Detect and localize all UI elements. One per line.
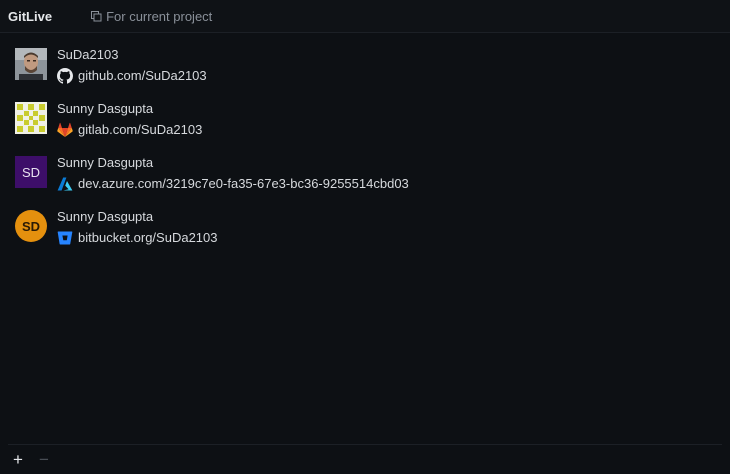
account-host: github.com/SuDa2103 <box>78 68 207 83</box>
account-name: SuDa2103 <box>57 47 119 62</box>
copy-icon <box>91 10 102 21</box>
avatar: SD <box>15 156 47 188</box>
azure-icon <box>57 177 73 191</box>
account-row-bitbucket[interactable]: SD Sunny Dasgupta bitbucket.org/SuDa2103 <box>0 206 730 260</box>
gitlab-icon <box>57 122 73 137</box>
scope-toggle[interactable]: For current project <box>91 9 212 24</box>
account-name: Sunny Dasgupta <box>57 209 154 224</box>
identicon-icon <box>15 102 47 134</box>
account-row-gitlab[interactable]: Sunny Dasgupta gitlab.com/SuDa2103 <box>0 98 730 152</box>
github-icon <box>57 68 73 84</box>
account-row-azure[interactable]: SD Sunny Dasgupta dev.azure.com/3219c7e0… <box>0 152 730 206</box>
user-photo-icon <box>15 48 47 80</box>
gitlive-panel: GitLive For current project SuDa2103 git… <box>0 0 730 474</box>
avatar <box>15 102 47 134</box>
account-host: dev.azure.com/3219c7e0-fa35-67e3-bc36-92… <box>78 176 409 191</box>
avatar-initials: SD <box>21 218 41 234</box>
remove-account-button[interactable]: − <box>34 450 54 470</box>
account-host: bitbucket.org/SuDa2103 <box>78 230 218 245</box>
panel-title: GitLive <box>8 8 53 24</box>
add-account-button[interactable]: + <box>8 450 28 470</box>
account-list: SuDa2103 github.com/SuDa2103 Sunny Dasgu… <box>0 33 730 260</box>
account-row-github[interactable]: SuDa2103 github.com/SuDa2103 <box>0 44 730 98</box>
account-host: gitlab.com/SuDa2103 <box>78 122 203 137</box>
bitbucket-icon <box>57 231 73 245</box>
account-name: Sunny Dasgupta <box>57 101 154 116</box>
panel-header: GitLive For current project <box>0 0 730 33</box>
avatar-initials: SD <box>21 164 41 180</box>
avatar <box>15 48 47 80</box>
scope-label: For current project <box>106 8 213 24</box>
account-name: Sunny Dasgupta <box>57 155 154 170</box>
panel-toolbar: + − <box>8 444 722 474</box>
avatar: SD <box>15 210 47 242</box>
